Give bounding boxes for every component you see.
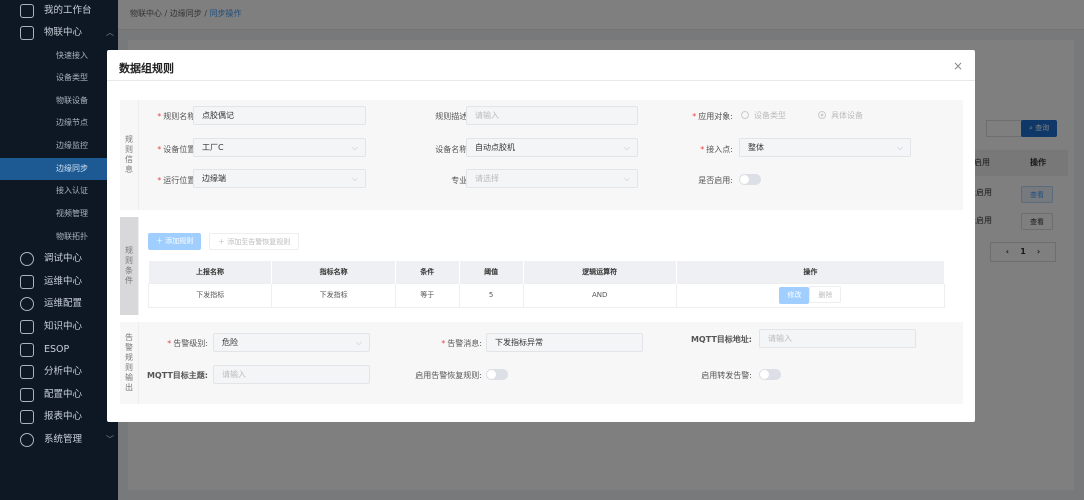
msg-input[interactable]: 下发指标异常 (486, 333, 643, 352)
nav-esop[interactable]: ESOP (0, 339, 118, 361)
rule-condition-section: 规则条件 ＋ 添加规则 ＋ 添加至告警恢复规则 上报名称 指标名称 条件 阈值 … (120, 217, 963, 315)
radio-device-type[interactable]: 设备类型 (741, 110, 786, 121)
delete-button[interactable]: 删除 (809, 286, 842, 303)
robot-arm-icon (20, 26, 34, 40)
settings-icon (20, 433, 34, 447)
modal-title: 数据组规则 (107, 50, 975, 81)
sub-topology[interactable]: 物联拓扑 (0, 226, 118, 248)
sidebar: 我的工作台 物联中心 ︿ 快速接入 设备类型 物联设备 边缘节点 边缘监控 边缘同… (0, 0, 118, 500)
radio-specific-device[interactable]: 具体设备 (818, 110, 863, 121)
close-icon[interactable]: × (953, 59, 963, 73)
forward-toggle[interactable] (759, 369, 781, 380)
cell-logic: AND (522, 282, 677, 308)
nav-knowledge[interactable]: 知识中心 (0, 316, 118, 338)
table-row: 下发指标 下发指标 等于 5 AND 修改 删除 (147, 282, 946, 308)
sub-edge-node[interactable]: 边缘节点 (0, 112, 118, 134)
col-action: 操作 (676, 261, 946, 283)
sub-edge-sync[interactable]: 边缘同步 (0, 158, 118, 180)
rule-name-input[interactable]: 点胶偶记 (193, 106, 366, 125)
apply-label: * 应用对象: (692, 112, 733, 121)
enabled-toggle[interactable] (739, 174, 761, 185)
book-icon (20, 320, 34, 334)
rule-info-section: 规则信息 * 规则名称: 点胶偶记 规则描述: 请输入 * 应用对象: 设备类型 具… (120, 100, 963, 210)
location-label: * 设备位置: (157, 145, 198, 154)
mqtt-addr-input[interactable]: 请输入 (759, 329, 916, 348)
rule-desc-label: 规则描述: (435, 112, 470, 121)
briefcase-icon (20, 388, 34, 402)
table-header: 上报名称 指标名称 条件 阈值 逻辑运算符 操作 (148, 261, 946, 283)
chart-icon (20, 365, 34, 379)
rule-modal: 数据组规则 × 规则信息 * 规则名称: 点胶偶记 规则描述: 请输入 * 应用对象… (107, 50, 975, 422)
run-label: * 运行位置: (157, 176, 198, 185)
nav-analysis[interactable]: 分析中心 (0, 361, 118, 383)
sub-video[interactable]: 视频管理 (0, 203, 118, 225)
section-label: 告警规则输出 (120, 322, 139, 404)
cell-condition: 等于 (394, 282, 460, 308)
nav-iot-center[interactable]: 物联中心 ︿ (0, 22, 118, 44)
chevron-up-icon: ︿ (106, 28, 114, 37)
recover-label: 启用告警恢复规则: (415, 371, 482, 380)
mqtt-topic-label: MQTT目标主题: (146, 371, 208, 380)
chevron-down-icon: ﹀ (106, 435, 114, 444)
nav-debug[interactable]: 调试中心 (0, 248, 118, 270)
rule-desc-input[interactable]: 请输入 (466, 106, 638, 125)
col-condition: 条件 (395, 261, 460, 283)
level-label: * 告警级别: (167, 339, 208, 348)
add-recover-rule-button[interactable]: ＋ 添加至告警恢复规则 (209, 233, 300, 250)
recover-toggle[interactable] (486, 369, 508, 380)
nav-config[interactable]: 配置中心 (0, 384, 118, 406)
major-label: 专业: (451, 176, 470, 185)
forward-label: 启用转发告警: (701, 371, 752, 380)
gear-icon (20, 297, 34, 311)
cell-action: 修改 删除 (675, 282, 946, 308)
col-threshold: 阈值 (459, 261, 524, 283)
report-icon (20, 410, 34, 424)
access-select[interactable]: 整体 ⌵ (739, 138, 911, 157)
cell-threshold: 5 (458, 282, 524, 308)
mqtt-topic-input[interactable]: 请输入 (213, 365, 370, 384)
device-label: 设备名称: (435, 145, 470, 154)
sub-edge-monitor[interactable]: 边缘监控 (0, 135, 118, 157)
conditions-table: 上报名称 指标名称 条件 阈值 逻辑运算符 操作 下发指标 下发指标 等于 5 … (147, 261, 946, 308)
esop-icon (20, 343, 34, 357)
access-label: * 接入点: (700, 145, 733, 154)
sub-iot-device[interactable]: 物联设备 (0, 90, 118, 112)
location-select[interactable]: 工厂C ⌵ (193, 138, 366, 157)
monitor-icon (20, 4, 34, 18)
nav-ops-config[interactable]: 运维配置 (0, 293, 118, 315)
col-report: 上报名称 (148, 261, 273, 283)
section-label: 规则条件 (120, 217, 139, 315)
sub-quick-access[interactable]: 快速接入 (0, 45, 118, 67)
plus-icon: ＋ (218, 238, 225, 246)
nav-report[interactable]: 报表中心 (0, 406, 118, 428)
plus-icon: ＋ (156, 237, 163, 245)
nav-ops[interactable]: 运维中心 (0, 271, 118, 293)
section-label: 规则信息 (120, 100, 139, 210)
add-rule-button[interactable]: ＋ 添加规则 (148, 233, 202, 250)
msg-label: * 告警消息: (441, 339, 482, 348)
sub-device-type[interactable]: 设备类型 (0, 67, 118, 89)
cell-report: 下发指标 (147, 282, 273, 308)
major-select[interactable]: 请选择 ⌵ (466, 169, 638, 188)
col-logic: 逻辑运算符 (523, 261, 677, 283)
enabled-label: 是否启用: (698, 176, 733, 185)
run-select[interactable]: 边缘端 ⌵ (193, 169, 366, 188)
level-select[interactable]: 危险 ⌵ (213, 333, 370, 352)
col-metric: 指标名称 (271, 261, 396, 283)
device-select[interactable]: 自动点胶机 ⌵ (466, 138, 638, 157)
alarm-output-section: 告警规则输出 * 告警级别: 危险 ⌵ * 告警消息: 下发指标异常 MQTT目标地址… (120, 322, 963, 404)
edit-button[interactable]: 修改 (779, 287, 810, 304)
debug-icon (20, 252, 34, 266)
home-gear-icon (20, 275, 34, 289)
nav-workbench[interactable]: 我的工作台 (0, 0, 118, 22)
nav-system[interactable]: 系统管理 ﹀ (0, 429, 118, 451)
cell-metric: 下发指标 (271, 282, 396, 308)
sub-access-auth[interactable]: 接入认证 (0, 180, 118, 202)
rule-name-label: * 规则名称: (157, 112, 198, 121)
mqtt-addr-label: MQTT目标地址: (690, 335, 752, 344)
